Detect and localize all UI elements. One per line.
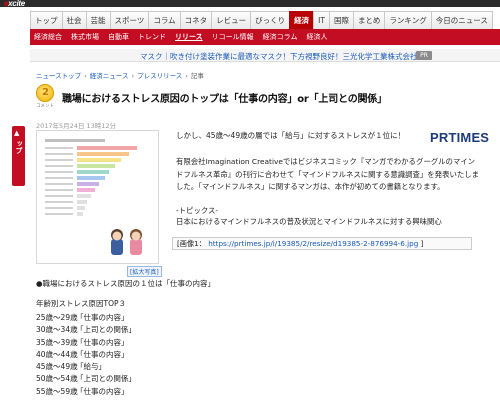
breadcrumb-item-economy[interactable]: 経済ニュース: [90, 72, 129, 80]
ad-bar: マスク｜吹き付け塗装作業に最適なマスク！下方視野良好！三光化学工業株式会社 PR: [30, 49, 500, 62]
subnav-item-0[interactable]: 経済総合: [34, 32, 62, 42]
comment-category-icon: [36, 84, 54, 102]
nav-tab-7[interactable]: びっくり: [250, 11, 291, 29]
age-range: 30歳～34歳: [36, 325, 78, 335]
nav-tab-12[interactable]: ランキング: [384, 11, 432, 29]
chevron-up-icon: ▲: [14, 129, 20, 137]
list-item: 25歳～29歳「仕事の内容」: [36, 312, 136, 324]
nav-tab-11[interactable]: まとめ: [352, 11, 386, 29]
subnav-item-4[interactable]: リリース: [175, 32, 203, 42]
age-range: 35歳～39歳: [36, 337, 78, 347]
excite-top-side-tab[interactable]: ▲ エキサイトトップ: [12, 126, 33, 186]
key-point: ●職場におけるストレス原因の１位は「仕事の内容」: [36, 279, 216, 288]
age-range: 50歳～54歳: [36, 374, 78, 384]
topics-heading: -トピックス-: [176, 206, 219, 215]
pr-badge: PR: [416, 51, 432, 60]
nav-tab-1[interactable]: 社会: [61, 11, 87, 29]
article-thumbnail[interactable]: [36, 130, 159, 264]
nav-tab-5[interactable]: コネタ: [179, 11, 213, 29]
stress-cause: 「仕事の内容」: [76, 386, 129, 396]
category-label: コメント: [36, 104, 54, 109]
nav-tab-2[interactable]: 芸能: [85, 11, 111, 29]
nav-tab-13[interactable]: 今日のニュース: [430, 11, 493, 29]
list-item: 45歳～49歳「給与」: [36, 361, 136, 373]
nav-tab-9[interactable]: IT: [313, 11, 330, 29]
nav-tab-3[interactable]: スポーツ: [109, 11, 150, 29]
stress-cause: 「仕事の内容」: [76, 349, 129, 359]
nav-tab-4[interactable]: コラム: [148, 11, 181, 29]
excite-logo[interactable]: excite: [4, 0, 25, 8]
breadcrumb-item-article: 記事: [190, 72, 204, 80]
main-nav: トップ 社会 芸能 スポーツ コラム コネタ レビュー びっくり 経済 IT 国際 まとめ ランキング今…: [30, 11, 493, 29]
subnav-item-7[interactable]: 経済人: [306, 32, 327, 42]
top-bar: excite: [0, 0, 500, 8]
breadcrumb-item-press-release[interactable]: プレスリリース: [137, 72, 182, 80]
stress-cause: 「上司との関係」: [76, 325, 136, 335]
sub-nav: 経済総合 株式市場 自動車 トレンド リリース リコール情報 経済コラム 経済人: [30, 29, 500, 45]
subnav-item-6[interactable]: 経済コラム: [263, 32, 298, 42]
subnav-item-2[interactable]: 自動車: [108, 32, 129, 42]
age-stress-list: 25歳～29歳「仕事の内容」 30歳～34歳「上司との関係」 35歳～39歳「仕事の…: [36, 312, 136, 398]
age-range: 25歳～29歳: [36, 313, 78, 322]
breadcrumb-item-news-top[interactable]: ニューストップ: [36, 72, 81, 80]
age-range: 40歳～44歳: [36, 349, 78, 359]
enlarge-photo-link[interactable]: [拡大写真]: [127, 266, 162, 277]
list-item: 40歳～44歳「仕事の内容」: [36, 349, 136, 361]
side-tab-label: エキサイトトップ: [15, 140, 33, 182]
subnav-item-3[interactable]: トレンド: [138, 32, 166, 42]
subnav-item-5[interactable]: リコール情報: [212, 32, 254, 42]
stress-cause: 「仕事の内容」: [76, 313, 129, 322]
nav-tab-10[interactable]: 国際: [328, 11, 354, 29]
stress-cause: 「仕事の内容」: [76, 337, 129, 347]
image-url-link[interactable]: https://prtimes.jp/i/19385/2/resize/d193…: [208, 239, 418, 248]
nav-tab-6[interactable]: レビュー: [211, 11, 252, 29]
stress-cause: 「上司との関係」: [76, 374, 136, 384]
image-label-close: ]: [420, 239, 424, 248]
article-lead: しかし、45歳～49歳の層では「給与」に対するストレスが１位に！: [176, 131, 406, 140]
nav-tab-0[interactable]: トップ: [30, 11, 63, 29]
list-item: 55歳～59歳「仕事の内容」: [36, 386, 136, 398]
stress-cause: 「給与」: [76, 362, 106, 372]
topic-item: 日本におけるマインドフルネスの普及状況とマインドフルネスに対する興味関心: [176, 217, 442, 226]
list-item: 50歳～54歳「上司との関係」: [36, 373, 136, 385]
ad-link[interactable]: マスク｜吹き付け塗装作業に最適なマスク！下方視野良好！三光化学工業株式会社: [140, 51, 418, 62]
prtimes-logo[interactable]: PRTIMES: [430, 130, 489, 145]
list-item: 35歳～39歳「仕事の内容」: [36, 337, 136, 349]
page-title: 職場におけるストレス原因のトップは「仕事の内容」or「上司との関係」: [62, 94, 387, 105]
top3-heading: 年齢別ストレス原因TOP３: [36, 299, 127, 308]
article-paragraph: 有限会社Imagination Creativeではビジネスコミック『マンガでわ…: [176, 157, 480, 191]
subnav-item-1[interactable]: 株式市場: [71, 32, 99, 42]
image-label: [画像1：: [177, 239, 206, 248]
article-date: 2017年5月24日 13時12分: [36, 122, 117, 130]
image-caption-box: [画像1： https://prtimes.jp/i/19385/2/resiz…: [172, 237, 472, 250]
age-range: 55歳～59歳: [36, 386, 78, 396]
breadcrumb: ニューストップ › 経済ニュース › プレスリリース › 記事: [36, 72, 204, 80]
list-item: 30歳～34歳「上司との関係」: [36, 324, 136, 336]
age-range: 45歳～49歳: [36, 362, 78, 372]
nav-tab-8[interactable]: 経済: [289, 11, 315, 29]
survey-chart-image: [41, 135, 156, 261]
